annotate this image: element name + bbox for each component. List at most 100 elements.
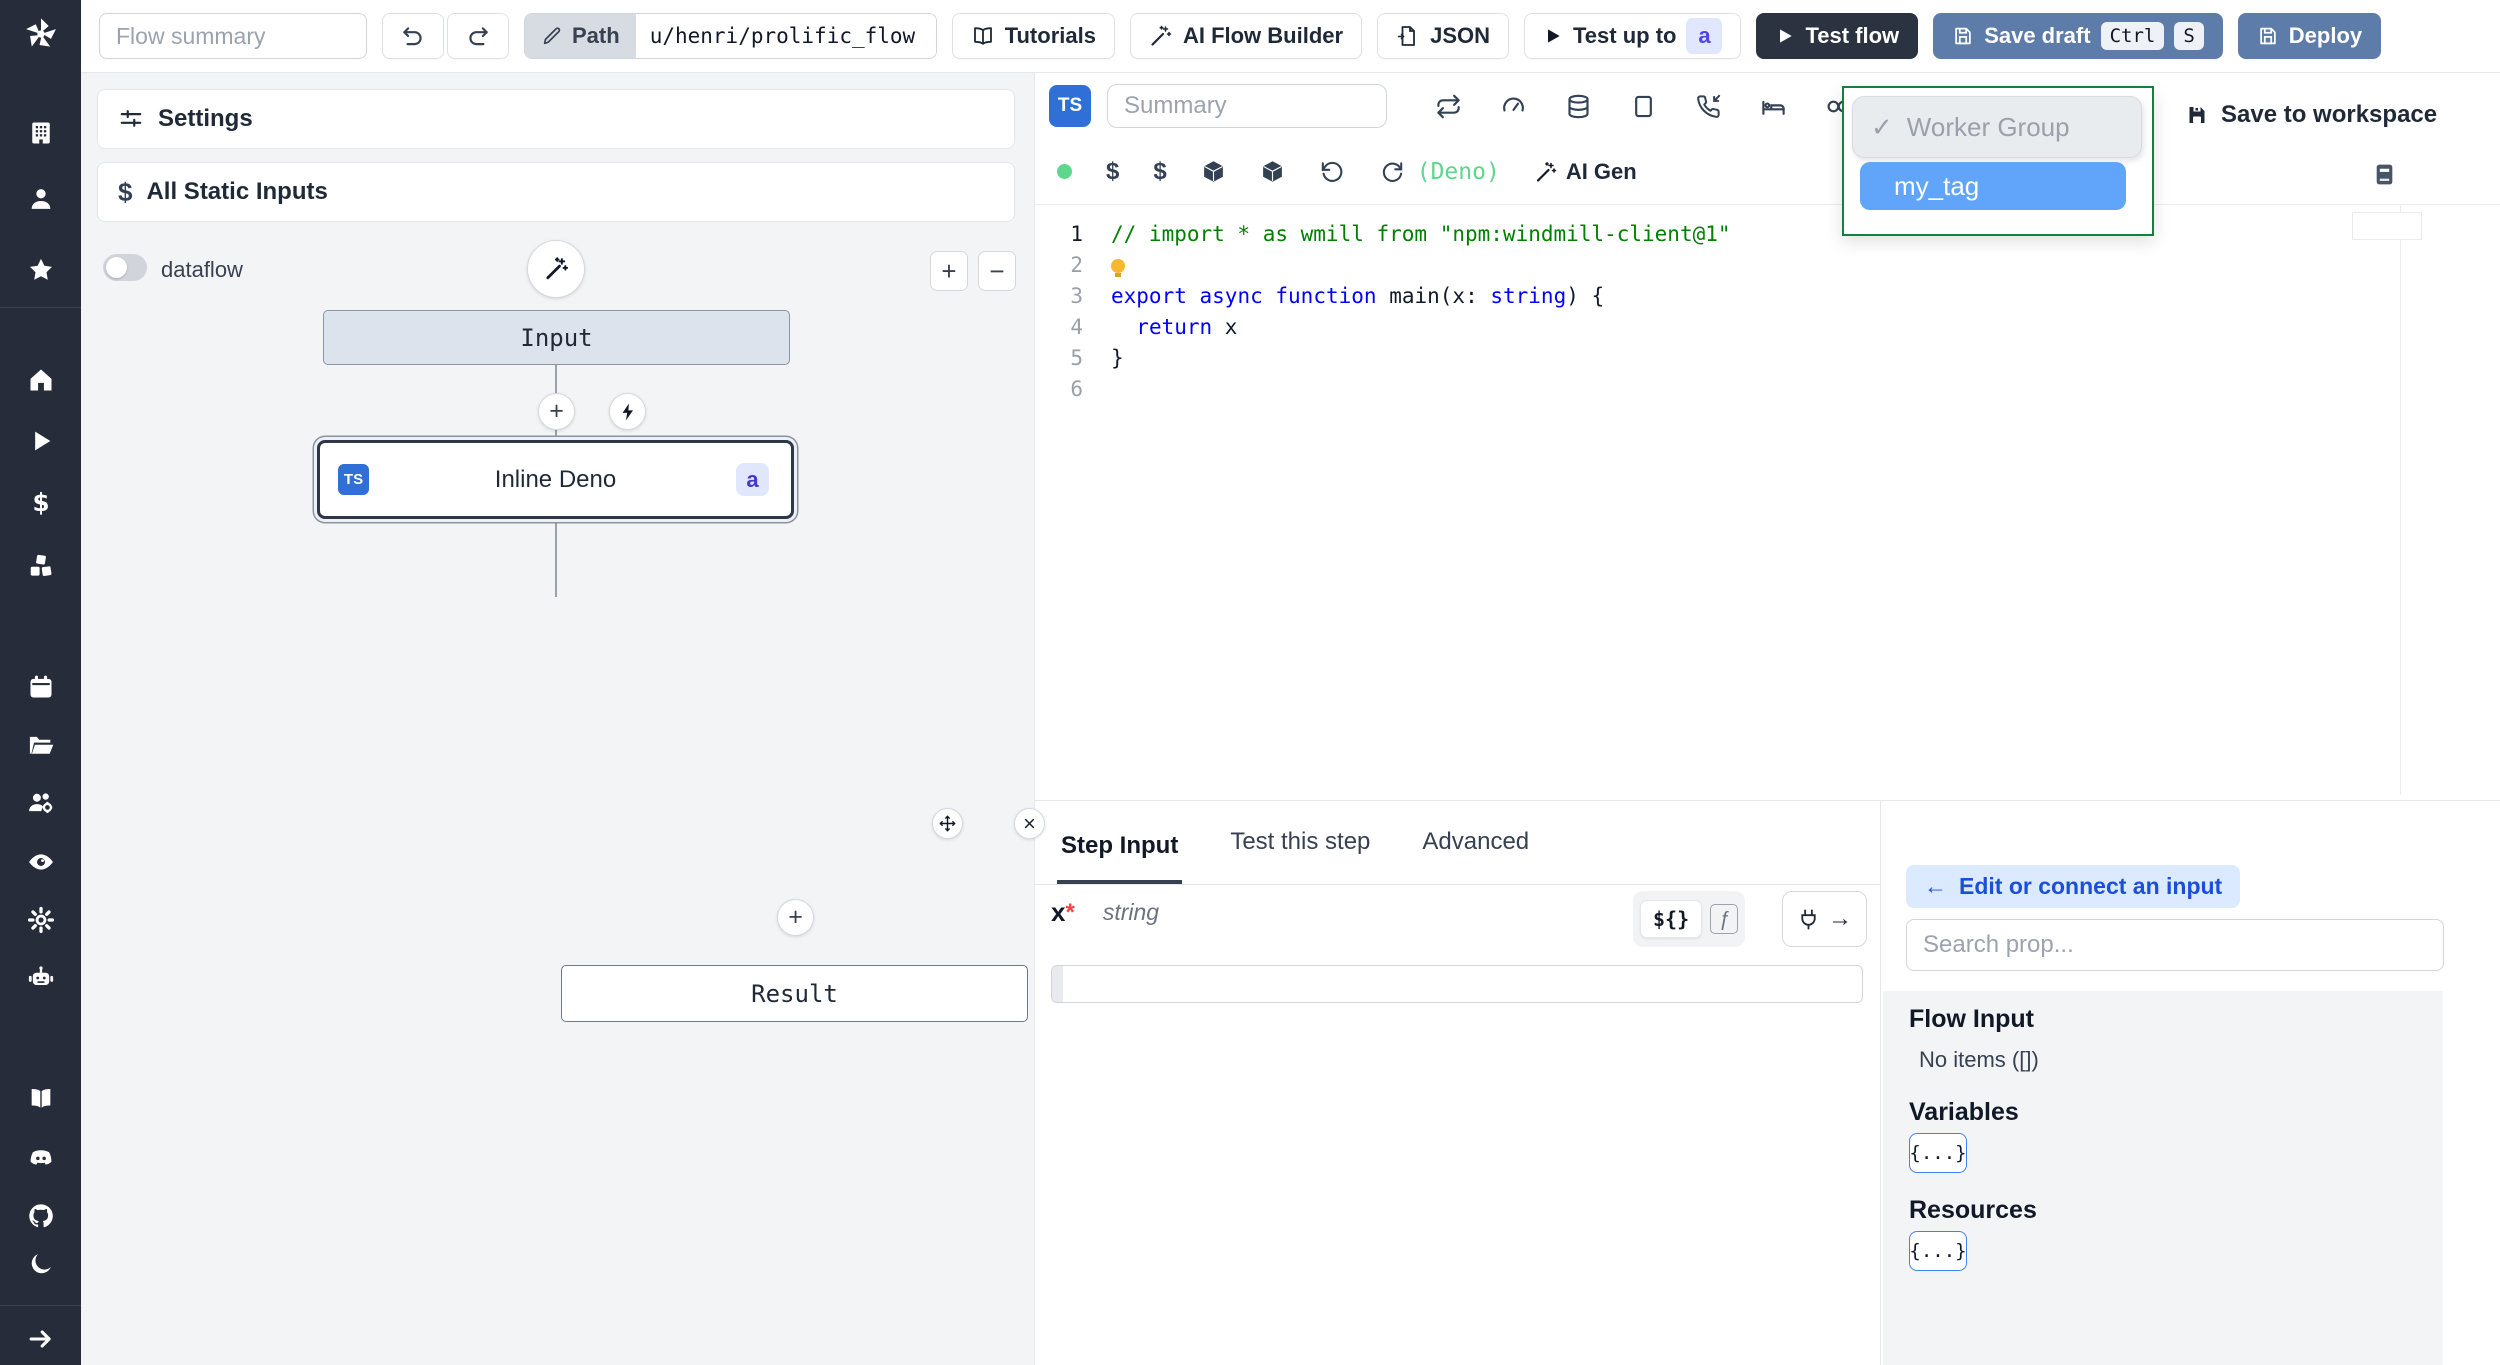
dataflow-toggle[interactable]	[103, 254, 147, 281]
connect-input-button[interactable]: →	[1782, 891, 1867, 947]
tab-step-input[interactable]: Step Input	[1057, 832, 1183, 884]
inline-deno-step-node[interactable]: TS Inline Deno a + Result	[317, 440, 1045, 1022]
sidebar-item-variables[interactable]: $	[27, 489, 55, 517]
flow-input-empty-text: No items ([])	[1919, 1047, 2039, 1072]
wand-sparkles-icon	[1536, 161, 1557, 182]
code-editor[interactable]: 123456 // import * as wmill from "npm:wi…	[1035, 205, 2400, 795]
sidebar-item-discord[interactable]	[27, 1144, 55, 1172]
zoom-in-button[interactable]: +	[930, 251, 968, 291]
resource-type-cube-icon[interactable]	[1260, 159, 1285, 184]
step-summary-input[interactable]	[1107, 84, 1387, 128]
undo-button[interactable]	[382, 13, 444, 59]
worker-group-option-label: Worker Group	[1906, 111, 2070, 142]
typescript-badge: TS	[1049, 85, 1091, 127]
insert-step-button[interactable]: +	[538, 393, 575, 430]
windmill-logo-icon	[26, 18, 56, 47]
save-icon	[2260, 27, 2276, 45]
delete-step-button[interactable]	[1014, 808, 1045, 839]
all-static-inputs-label: All Static Inputs	[146, 178, 328, 205]
resources-section-title: Resources	[1909, 1196, 2037, 1224]
path-button[interactable]: Path	[525, 14, 636, 58]
variables-picker-icon[interactable]: $	[1106, 158, 1119, 186]
sidebar-item-workspace[interactable]	[27, 119, 55, 147]
sidebar-item-runs[interactable]	[27, 427, 55, 455]
tab-advanced[interactable]: Advanced	[1418, 828, 1533, 884]
play-icon	[1780, 29, 1793, 43]
prop-search-input[interactable]	[1906, 919, 2444, 971]
tab-test-this-step[interactable]: Test this step	[1226, 828, 1374, 884]
test-up-to-button[interactable]: Test up to a	[1524, 13, 1742, 59]
sidebar-item-folders[interactable]	[27, 731, 55, 759]
deploy-label: Deploy	[2288, 23, 2363, 48]
zoom-out-button[interactable]: −	[978, 251, 1016, 291]
test-flow-button[interactable]: Test flow	[1756, 13, 1919, 59]
all-static-inputs-row[interactable]: $ All Static Inputs	[97, 162, 1015, 222]
flow-input-node[interactable]: Input	[323, 310, 790, 365]
users-gear-icon	[29, 793, 53, 814]
sidebar-item-resources[interactable]	[27, 552, 55, 580]
sidebar-item-dark-mode[interactable]	[27, 1250, 55, 1278]
tutorials-button[interactable]: Tutorials	[951, 13, 1115, 59]
connect-arrow: →	[1828, 905, 1852, 932]
sidebar-item-groups[interactable]	[27, 789, 55, 817]
edit-or-connect-banner[interactable]: ← Edit or connect an input	[1906, 865, 2241, 908]
dataflow-label: dataflow	[161, 257, 243, 282]
cache-database-icon[interactable]	[1565, 93, 1592, 120]
sidebar-item-settings[interactable]	[27, 906, 55, 934]
worker-group-option[interactable]: ✓ Worker Group	[1852, 96, 2142, 158]
dollar-icon: $	[118, 176, 133, 207]
save-to-workspace-button[interactable]: Save to workspace	[2185, 101, 2437, 129]
contextual-variables-icon[interactable]: $	[1153, 158, 1166, 186]
minimap-slider[interactable]	[2352, 212, 2422, 240]
discord-icon	[30, 1150, 52, 1165]
sidebar-collapse-button[interactable]	[27, 1325, 55, 1353]
mock-icon[interactable]	[1630, 93, 1657, 120]
flow-summary-input[interactable]	[99, 13, 367, 59]
json-button[interactable]: JSON	[1377, 13, 1509, 59]
refresh-assets-icon[interactable]	[1379, 159, 1405, 185]
save-draft-label: Save draft	[1984, 23, 2091, 48]
flow-result-node-label: Result	[751, 979, 838, 1008]
resource-cube-icon[interactable]	[1201, 159, 1226, 184]
suspend-phone-icon[interactable]	[1695, 93, 1722, 120]
variables-object-chip[interactable]: {...}	[1909, 1133, 1967, 1173]
ai-edit-flow-button[interactable]	[527, 240, 585, 298]
argument-value-input[interactable]	[1051, 965, 1863, 1003]
step-node-title: Inline Deno	[494, 465, 617, 493]
flow-result-node[interactable]: Result	[561, 965, 1028, 1022]
insert-step-button[interactable]: +	[777, 899, 814, 936]
sidebar-item-audit-logs[interactable]	[27, 848, 55, 876]
resources-object-chip[interactable]: {...}	[1909, 1231, 1967, 1271]
move-step-button[interactable]	[932, 808, 963, 839]
ai-flow-builder-button[interactable]: AI Flow Builder	[1129, 13, 1363, 59]
retry-icon[interactable]	[1435, 93, 1462, 120]
calendar-icon	[30, 675, 52, 698]
sidebar-item-favorites[interactable]	[27, 256, 55, 284]
plug-icon	[1801, 908, 1816, 930]
early-stop-gauge-icon[interactable]	[1500, 93, 1527, 120]
sidebar-item-user[interactable]	[27, 185, 55, 213]
arrow-right-icon	[29, 1330, 51, 1348]
deploy-button[interactable]: Deploy	[2237, 13, 2382, 59]
reset-history-icon[interactable]	[1319, 159, 1345, 185]
gear-icon	[27, 906, 55, 934]
sidebar-item-docs[interactable]	[27, 1085, 55, 1113]
sidebar-item-github[interactable]	[27, 1202, 55, 1230]
move-icon	[939, 815, 956, 832]
script-library-icon[interactable]	[2372, 161, 2397, 188]
test-flow-label: Test flow	[1805, 23, 1900, 48]
path-value[interactable]: u/henri/prolific_flow	[635, 14, 936, 58]
sidebar-item-workers[interactable]	[27, 964, 55, 992]
sidebar-item-home[interactable]	[27, 366, 55, 394]
redo-button[interactable]	[447, 13, 509, 59]
ai-gen-button[interactable]: AI Gen	[1534, 159, 1637, 185]
javascript-fn-button[interactable]: ƒ	[1710, 904, 1739, 934]
save-draft-button[interactable]: Save draft Ctrl S	[1933, 13, 2223, 59]
flow-settings-row[interactable]: Settings	[97, 89, 1015, 149]
template-expr-button[interactable]: ${}	[1640, 900, 1703, 938]
sidebar-item-schedules[interactable]	[27, 673, 55, 701]
required-asterisk: *	[1065, 898, 1075, 926]
sleep-icon[interactable]	[1760, 93, 1787, 120]
add-trigger-button[interactable]	[609, 393, 646, 430]
worker-group-selected-tag[interactable]: my_tag	[1860, 162, 2126, 210]
